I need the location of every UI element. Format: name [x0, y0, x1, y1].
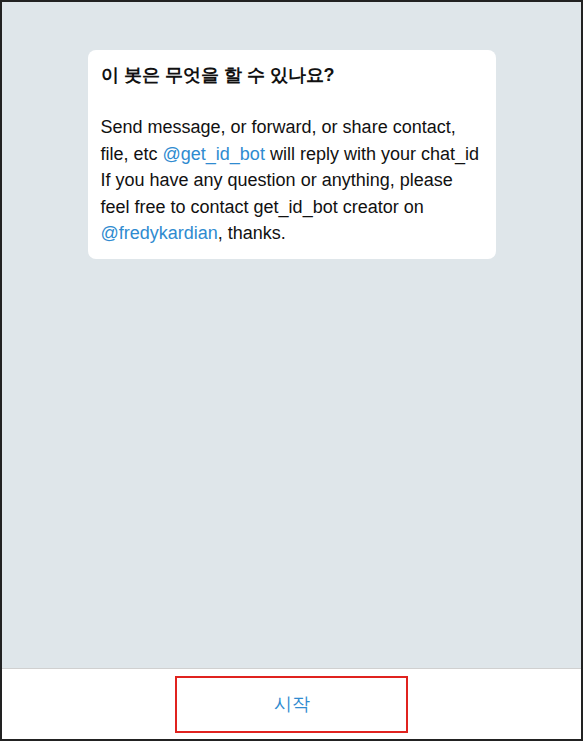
card-title: 이 봇은 무엇을 할 수 있나요?	[101, 62, 483, 88]
body-text: , thanks.	[218, 223, 286, 243]
card-paragraph: If you have any question or anything, pl…	[101, 167, 483, 247]
mention-link[interactable]: @get_id_bot	[163, 144, 265, 164]
highlight-box: 시작	[175, 676, 408, 733]
card-paragraph: Send message, or forward, or share conta…	[101, 114, 483, 167]
mention-link[interactable]: @fredykardian	[101, 223, 218, 243]
body-text: will reply with your chat_id	[265, 144, 479, 164]
bot-info-card: 이 봇은 무엇을 할 수 있나요? Send message, or forwar…	[88, 50, 496, 259]
body-text: If you have any question or anything, pl…	[101, 170, 453, 217]
bottom-bar: 시작	[2, 668, 581, 739]
start-button[interactable]: 시작	[258, 687, 326, 722]
chat-background: 이 봇은 무엇을 할 수 있나요? Send message, or forwar…	[2, 2, 581, 668]
